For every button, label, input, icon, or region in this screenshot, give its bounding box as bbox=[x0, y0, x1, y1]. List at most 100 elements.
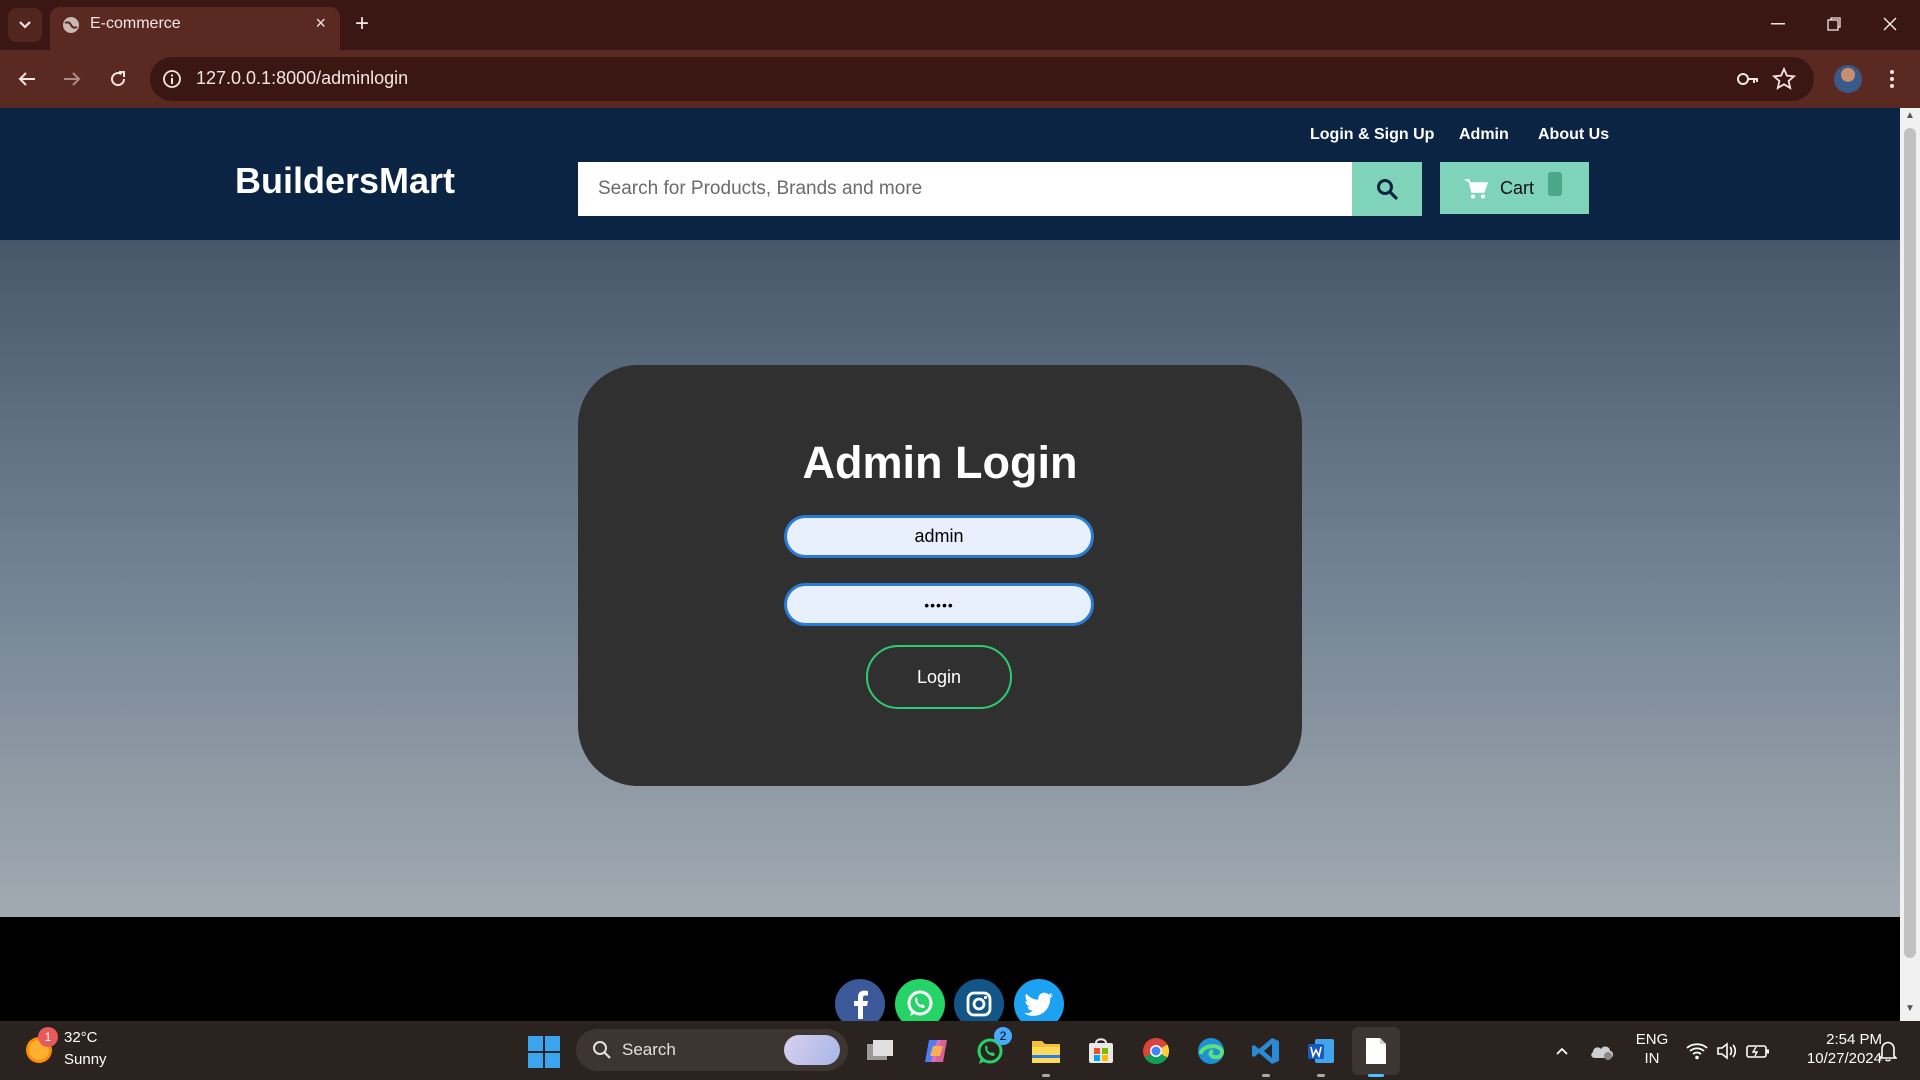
onedrive-button[interactable] bbox=[1584, 1033, 1620, 1069]
reload-button[interactable] bbox=[103, 64, 133, 94]
nav-link-about-us[interactable]: About Us bbox=[1538, 126, 1609, 144]
globe-icon bbox=[63, 17, 79, 33]
search-button[interactable] bbox=[1352, 162, 1422, 216]
address-bar[interactable]: 127.0.0.1:8000/adminlogin bbox=[150, 57, 1814, 101]
chrome-button[interactable] bbox=[1138, 1033, 1174, 1069]
restore-icon bbox=[1827, 17, 1841, 31]
cart-icon bbox=[1465, 179, 1488, 199]
minimize-button[interactable] bbox=[1758, 10, 1798, 38]
admin-login-card: Admin Login Login bbox=[578, 365, 1302, 786]
tab-title: E-commerce bbox=[90, 15, 181, 32]
search-highlight-art bbox=[784, 1035, 840, 1065]
file-explorer-button[interactable] bbox=[1028, 1033, 1064, 1077]
password-key-icon[interactable] bbox=[1736, 69, 1760, 89]
clock-time: 2:54 PM bbox=[1826, 1031, 1882, 1048]
wifi-icon bbox=[1686, 1043, 1708, 1060]
login-section: Admin Login Login bbox=[0, 240, 1900, 917]
taskbar-search[interactable]: Search bbox=[576, 1029, 848, 1071]
weather-notification-badge: 1 bbox=[38, 1027, 58, 1047]
forward-button[interactable] bbox=[57, 64, 87, 94]
word-button[interactable] bbox=[1303, 1033, 1339, 1077]
reload-icon bbox=[111, 71, 126, 87]
bookmark-star-icon[interactable] bbox=[1772, 67, 1796, 91]
language-region: IN bbox=[1644, 1050, 1660, 1067]
url-text[interactable]: 127.0.0.1:8000/adminlogin bbox=[196, 68, 408, 89]
browser-tab-ecommerce[interactable]: E-commerce × bbox=[50, 7, 340, 50]
profile-avatar[interactable] bbox=[1834, 65, 1862, 93]
copilot-button[interactable] bbox=[918, 1033, 954, 1069]
active-indicator bbox=[1368, 1074, 1384, 1077]
clock[interactable]: 2:54 PM 10/27/2024 bbox=[1782, 1031, 1882, 1067]
cloud-icon bbox=[1591, 1046, 1613, 1060]
nav-link-admin[interactable]: Admin bbox=[1459, 126, 1509, 144]
forward-arrow-icon bbox=[64, 72, 81, 86]
running-indicator bbox=[1317, 1074, 1325, 1077]
whatsapp-unread-badge: 2 bbox=[994, 1027, 1012, 1045]
language-code: ENG bbox=[1635, 1031, 1669, 1048]
cart-label: Cart bbox=[1500, 178, 1535, 198]
restore-button[interactable] bbox=[1814, 10, 1854, 38]
site-footer bbox=[0, 917, 1900, 1021]
page-scrollbar[interactable]: ▲ ▼ bbox=[1900, 108, 1920, 1021]
password-field[interactable] bbox=[784, 583, 1094, 626]
page-title: Admin Login bbox=[802, 437, 1078, 488]
edge-icon bbox=[1198, 1038, 1225, 1064]
windows-logo-tile bbox=[545, 1036, 560, 1051]
whatsapp-app-button[interactable]: 2 bbox=[972, 1027, 1012, 1069]
username-field[interactable] bbox=[784, 515, 1094, 558]
weather-condition[interactable]: Sunny bbox=[64, 1051, 107, 1068]
show-hidden-icons-button[interactable] bbox=[1544, 1033, 1580, 1069]
search-box bbox=[578, 162, 1352, 216]
taskbar-search-label: Search bbox=[622, 1040, 676, 1059]
chrome-icon bbox=[1143, 1038, 1170, 1065]
minimize-icon bbox=[1771, 23, 1785, 25]
search-input[interactable] bbox=[578, 162, 1352, 216]
document-icon bbox=[1366, 1038, 1386, 1064]
browser-toolbar: 127.0.0.1:8000/adminlogin bbox=[0, 50, 1920, 108]
tab-search-button[interactable] bbox=[8, 8, 42, 42]
running-indicator bbox=[1042, 1074, 1050, 1077]
task-view-button[interactable] bbox=[862, 1033, 898, 1069]
running-indicator bbox=[1262, 1074, 1270, 1077]
new-tab-button[interactable]: + bbox=[355, 10, 369, 38]
chevron-down-icon bbox=[19, 21, 31, 29]
vscode-button[interactable] bbox=[1248, 1033, 1284, 1077]
ms-store-button[interactable] bbox=[1083, 1033, 1119, 1069]
windows-logo-tile bbox=[545, 1053, 560, 1068]
page-viewport: Login & Sign Up Admin About Us BuildersM… bbox=[0, 108, 1900, 1021]
windows-logo-tile bbox=[528, 1036, 543, 1051]
back-button[interactable] bbox=[12, 64, 42, 94]
windows-taskbar: 1 32°C Sunny Search 2 ENG IN 2:54 PM 10/… bbox=[0, 1021, 1920, 1080]
edge-button[interactable] bbox=[1193, 1033, 1229, 1069]
chevron-up-icon bbox=[1556, 1047, 1568, 1055]
back-arrow-icon bbox=[18, 72, 35, 86]
facebook-icon[interactable] bbox=[835, 979, 885, 1021]
search-icon bbox=[1377, 179, 1398, 200]
language-indicator[interactable]: ENG IN bbox=[1630, 1031, 1674, 1067]
quick-settings-button[interactable] bbox=[1680, 1033, 1790, 1069]
browser-menu-button[interactable] bbox=[1882, 62, 1902, 96]
site-info-icon[interactable] bbox=[162, 69, 182, 89]
scroll-down-icon[interactable]: ▼ bbox=[1900, 1003, 1920, 1019]
nav-link-login-signup[interactable]: Login & Sign Up bbox=[1310, 126, 1434, 144]
scroll-up-icon[interactable]: ▲ bbox=[1900, 110, 1920, 126]
cart-count-badge bbox=[1548, 172, 1562, 196]
twitter-icon[interactable] bbox=[1014, 979, 1064, 1021]
clock-date: 10/27/2024 bbox=[1806, 1050, 1882, 1067]
browser-tab-bar: E-commerce × + bbox=[0, 0, 1920, 50]
notifications-button[interactable] bbox=[1870, 1033, 1906, 1069]
login-button[interactable]: Login bbox=[866, 645, 1012, 709]
cart-button[interactable]: Cart bbox=[1440, 162, 1589, 214]
vscode-icon bbox=[1252, 1038, 1279, 1064]
weather-temperature[interactable]: 32°C bbox=[64, 1029, 98, 1046]
scrollbar-thumb[interactable] bbox=[1904, 128, 1916, 958]
close-window-button[interactable] bbox=[1870, 10, 1910, 38]
site-header: Login & Sign Up Admin About Us BuildersM… bbox=[0, 108, 1900, 240]
start-button[interactable] bbox=[528, 1036, 560, 1068]
tab-close-icon[interactable]: × bbox=[315, 13, 326, 34]
instagram-icon[interactable] bbox=[954, 979, 1004, 1021]
brand-logo[interactable]: BuildersMart bbox=[235, 160, 455, 202]
notepad-button[interactable] bbox=[1352, 1027, 1400, 1077]
whatsapp-icon[interactable] bbox=[895, 979, 945, 1021]
bell-icon bbox=[1879, 1041, 1897, 1062]
